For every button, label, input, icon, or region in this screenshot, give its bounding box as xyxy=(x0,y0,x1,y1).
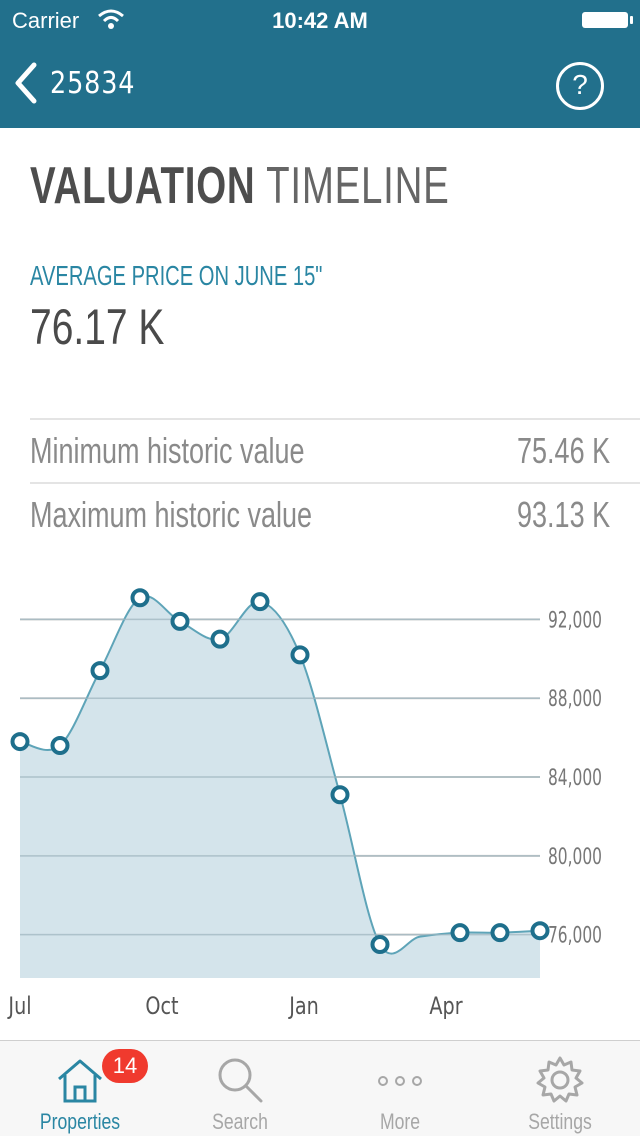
data-point xyxy=(530,921,550,941)
y-tick-label: 84,000 xyxy=(548,765,602,791)
stat-row-maximum: Maximum historic value 93.13 K xyxy=(30,482,640,546)
x-tick-label: Jan xyxy=(287,993,318,1021)
help-button[interactable]: ? xyxy=(556,62,604,110)
tab-label: Search xyxy=(212,1109,268,1134)
x-tick-label: Jul xyxy=(7,993,32,1021)
tab-properties[interactable]: 14 Properties xyxy=(0,1041,160,1136)
y-tick-label: 80,000 xyxy=(548,844,602,870)
valuation-chart: 92,000 88,000 84,000 80,000 76,000 Jul Oct Jan A… xyxy=(0,580,640,1040)
stat-row-minimum: Minimum historic value 75.46 K xyxy=(30,418,640,482)
average-price-label: AVERAGE PRICE ON JUNE 15" xyxy=(30,260,323,291)
back-button[interactable]: 25834 xyxy=(14,58,150,108)
data-point xyxy=(490,923,510,943)
chevron-left-icon xyxy=(14,61,38,105)
navigation-bar: 25834 ? xyxy=(0,40,640,128)
tab-settings[interactable]: Settings xyxy=(480,1041,640,1136)
x-tick-label: Oct xyxy=(145,993,178,1021)
average-price-value: 76.17 K xyxy=(30,299,165,355)
y-tick-label: 88,000 xyxy=(548,686,602,712)
data-point xyxy=(170,611,190,631)
search-icon xyxy=(213,1053,267,1107)
series-area xyxy=(20,596,540,978)
page-title-light: TIMELINE xyxy=(266,157,450,215)
valuation-chart-svg: 92,000 88,000 84,000 80,000 76,000 Jul Oct Jan A… xyxy=(7,588,602,1021)
gear-icon xyxy=(533,1053,587,1107)
status-bar: Carrier 10:42 AM xyxy=(0,0,640,40)
tab-label: More xyxy=(379,1109,421,1134)
data-point xyxy=(330,785,350,805)
data-point xyxy=(130,588,150,608)
data-point xyxy=(50,736,70,756)
tab-more[interactable]: More xyxy=(320,1041,480,1136)
y-tick-label: 92,000 xyxy=(548,607,602,633)
tab-label: Settings xyxy=(528,1109,592,1134)
x-tick-label: Apr xyxy=(429,993,462,1021)
data-point xyxy=(450,923,470,943)
data-point xyxy=(90,661,110,681)
back-label: 25834 xyxy=(50,65,136,101)
data-point xyxy=(290,645,310,665)
tab-bar: 14 Properties Search More Settings xyxy=(0,1040,640,1136)
clock: 10:42 AM xyxy=(272,8,368,33)
stat-label: Maximum historic value xyxy=(30,494,313,535)
battery-icon xyxy=(582,12,633,28)
stats-list: Minimum historic value 75.46 K Maximum h… xyxy=(30,418,640,546)
stat-value: 93.13 K xyxy=(516,494,610,535)
data-point xyxy=(210,629,230,649)
notification-badge: 14 xyxy=(102,1049,148,1083)
stat-value: 75.46 K xyxy=(516,430,610,471)
y-tick-label: 76,000 xyxy=(548,923,602,949)
more-icon xyxy=(373,1053,427,1107)
tab-label: Properties xyxy=(39,1109,121,1134)
page-title: VALUATION TIMELINE xyxy=(30,156,450,216)
data-point xyxy=(370,935,390,955)
data-point xyxy=(250,592,270,612)
stat-label: Minimum historic value xyxy=(30,430,305,471)
home-icon xyxy=(53,1053,107,1107)
data-point xyxy=(10,732,30,752)
tab-search[interactable]: Search xyxy=(160,1041,320,1136)
page-title-bold: VALUATION xyxy=(30,157,256,215)
